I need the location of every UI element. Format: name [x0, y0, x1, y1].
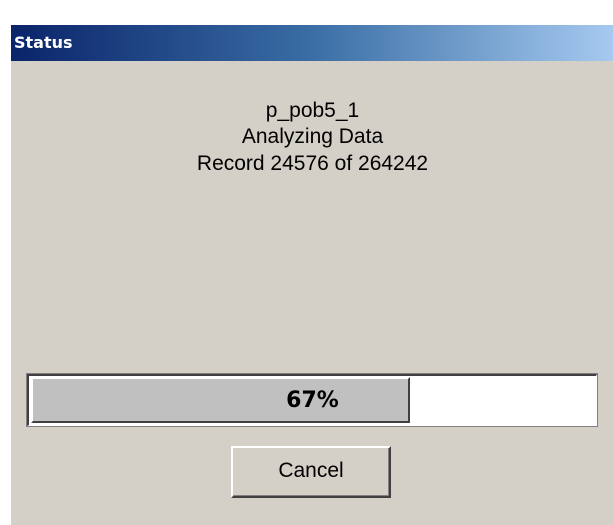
progress-percent-label: 67%: [286, 388, 339, 413]
title-bar[interactable]: Status: [11, 25, 613, 61]
cancel-button[interactable]: Cancel: [231, 446, 391, 498]
record-count-text: Record 24576 of 264242: [196, 152, 429, 175]
progress-bar: 67%: [26, 373, 598, 427]
status-dialog: Status p_pob5_1 Analyzing Data Record 24…: [10, 24, 613, 525]
job-name-text: p_pob5_1: [265, 99, 360, 122]
window-title: Status: [14, 33, 73, 52]
action-text: Analyzing Data: [241, 125, 384, 148]
